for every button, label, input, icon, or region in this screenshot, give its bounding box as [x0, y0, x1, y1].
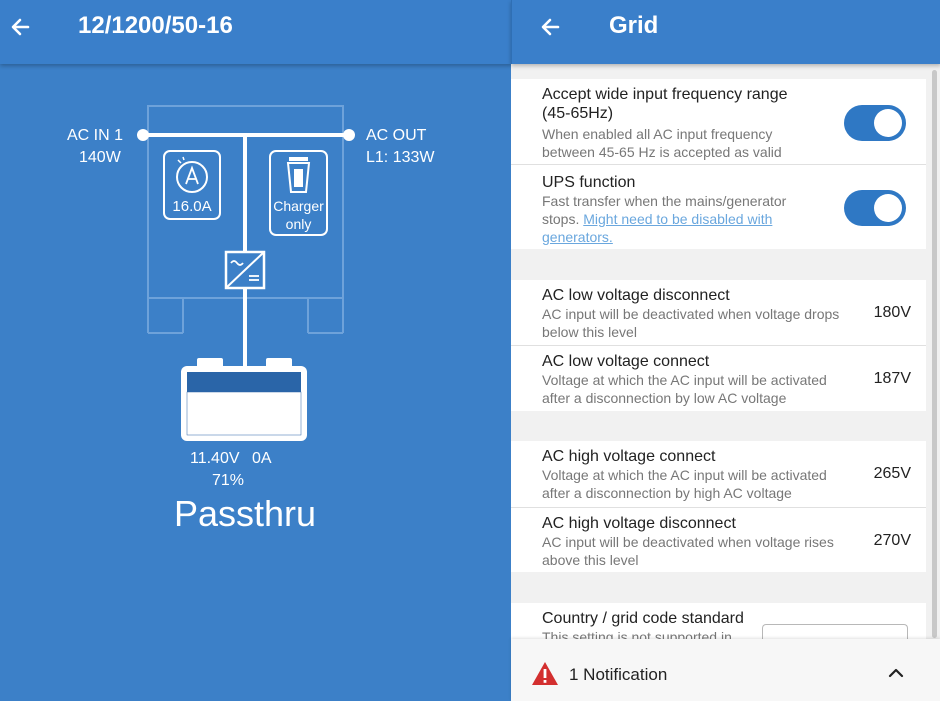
charger-mode-line2: only — [285, 216, 312, 232]
setting-title: AC high voltage connect — [542, 448, 716, 465]
charger-mode-line1: Charger — [273, 198, 324, 214]
setting-row-ac-high-disconnect[interactable]: AC high voltage disconnect AC input will… — [511, 508, 926, 572]
toggle-knob — [874, 109, 902, 137]
settings-group-high-voltage: AC high voltage connect Voltage at which… — [511, 441, 926, 572]
notification-text: 1 Notification — [569, 665, 668, 684]
chevron-up-icon[interactable] — [888, 668, 904, 678]
setting-description: When enabled all AC input frequency betw… — [542, 126, 782, 160]
setting-description: Voltage at which the AC input will be ac… — [542, 467, 827, 501]
warning-icon — [532, 662, 558, 685]
grid-header: Grid — [511, 0, 940, 64]
ac-out-node — [343, 129, 355, 141]
battery-readout: 11.40V 0A 71% — [190, 450, 272, 489]
ac-in-label: AC IN 1 — [67, 127, 124, 144]
setting-value: 180V — [873, 304, 911, 321]
grid-settings-panel: Grid Accept wide input frequency range (… — [511, 0, 940, 701]
ac-in-node — [137, 129, 149, 141]
setting-title: AC high voltage disconnect — [542, 515, 736, 532]
settings-group-frequency-ups: Accept wide input frequency range (45-65… — [511, 79, 926, 249]
battery-current: 0A — [251, 450, 272, 467]
battery-voltage: 11.40V — [190, 450, 240, 467]
setting-description: AC input will be deactivated when voltag… — [542, 534, 834, 568]
back-arrow-icon[interactable] — [536, 12, 566, 42]
grid-code-title: Country / grid code standard — [542, 610, 744, 627]
inverter-symbol-icon — [224, 250, 266, 290]
setting-row-wide-frequency[interactable]: Accept wide input frequency range (45-65… — [511, 79, 926, 165]
setting-row-ac-low-connect[interactable]: AC low voltage connect Voltage at which … — [511, 346, 926, 411]
notification-bar[interactable]: 1 Notification — [511, 639, 940, 701]
setting-title: Accept wide input frequency range (45-65… — [542, 86, 788, 122]
setting-title: AC low voltage connect — [542, 353, 710, 370]
setting-value: 187V — [873, 370, 911, 387]
generator-warning-link-cont[interactable]: generators. — [542, 228, 786, 246]
setting-value: 265V — [873, 465, 911, 482]
setting-value: 270V — [873, 532, 911, 549]
device-overview-panel: 12/1200/50-16 AC IN 1 140W AC OUT L1: 13… — [0, 0, 511, 701]
settings-group-low-voltage: AC low voltage disconnect AC input will … — [511, 280, 926, 411]
grid-title: Grid — [609, 12, 659, 39]
system-diagram — [137, 105, 355, 441]
ac-out-power: L1: 133W — [366, 149, 435, 166]
generator-warning-link[interactable]: Might need to be disabled with — [583, 211, 772, 227]
wide-frequency-toggle[interactable] — [844, 105, 906, 141]
ups-toggle[interactable] — [844, 190, 906, 226]
toggle-knob — [874, 194, 902, 222]
grid-code-description: This setting is not supported in — [542, 629, 732, 639]
battery-icon — [181, 358, 307, 441]
setting-title: AC low voltage disconnect — [542, 287, 730, 304]
charger-mode-label: Charger only — [270, 197, 327, 233]
setting-row-ac-high-connect[interactable]: AC high voltage connect Voltage at which… — [511, 441, 926, 508]
current-limit-value: 16.0A — [172, 198, 212, 215]
battery-soc: 71% — [212, 472, 245, 489]
setting-row-ups[interactable]: UPS function Fast transfer when the main… — [511, 165, 926, 249]
setting-title: UPS function — [542, 174, 636, 191]
setting-description: Voltage at which the AC input will be ac… — [542, 372, 827, 406]
system-state: Passthru — [173, 493, 317, 534]
setting-row-ac-low-disconnect[interactable]: AC low voltage disconnect AC input will … — [511, 280, 926, 346]
setting-description: AC input will be deactivated when voltag… — [542, 306, 840, 340]
setting-description: Fast transfer when the mains/generator s… — [542, 193, 787, 246]
ac-out-label: AC OUT — [366, 127, 427, 144]
ac-in-power: 140W — [79, 149, 121, 166]
scrollbar[interactable] — [932, 70, 937, 638]
